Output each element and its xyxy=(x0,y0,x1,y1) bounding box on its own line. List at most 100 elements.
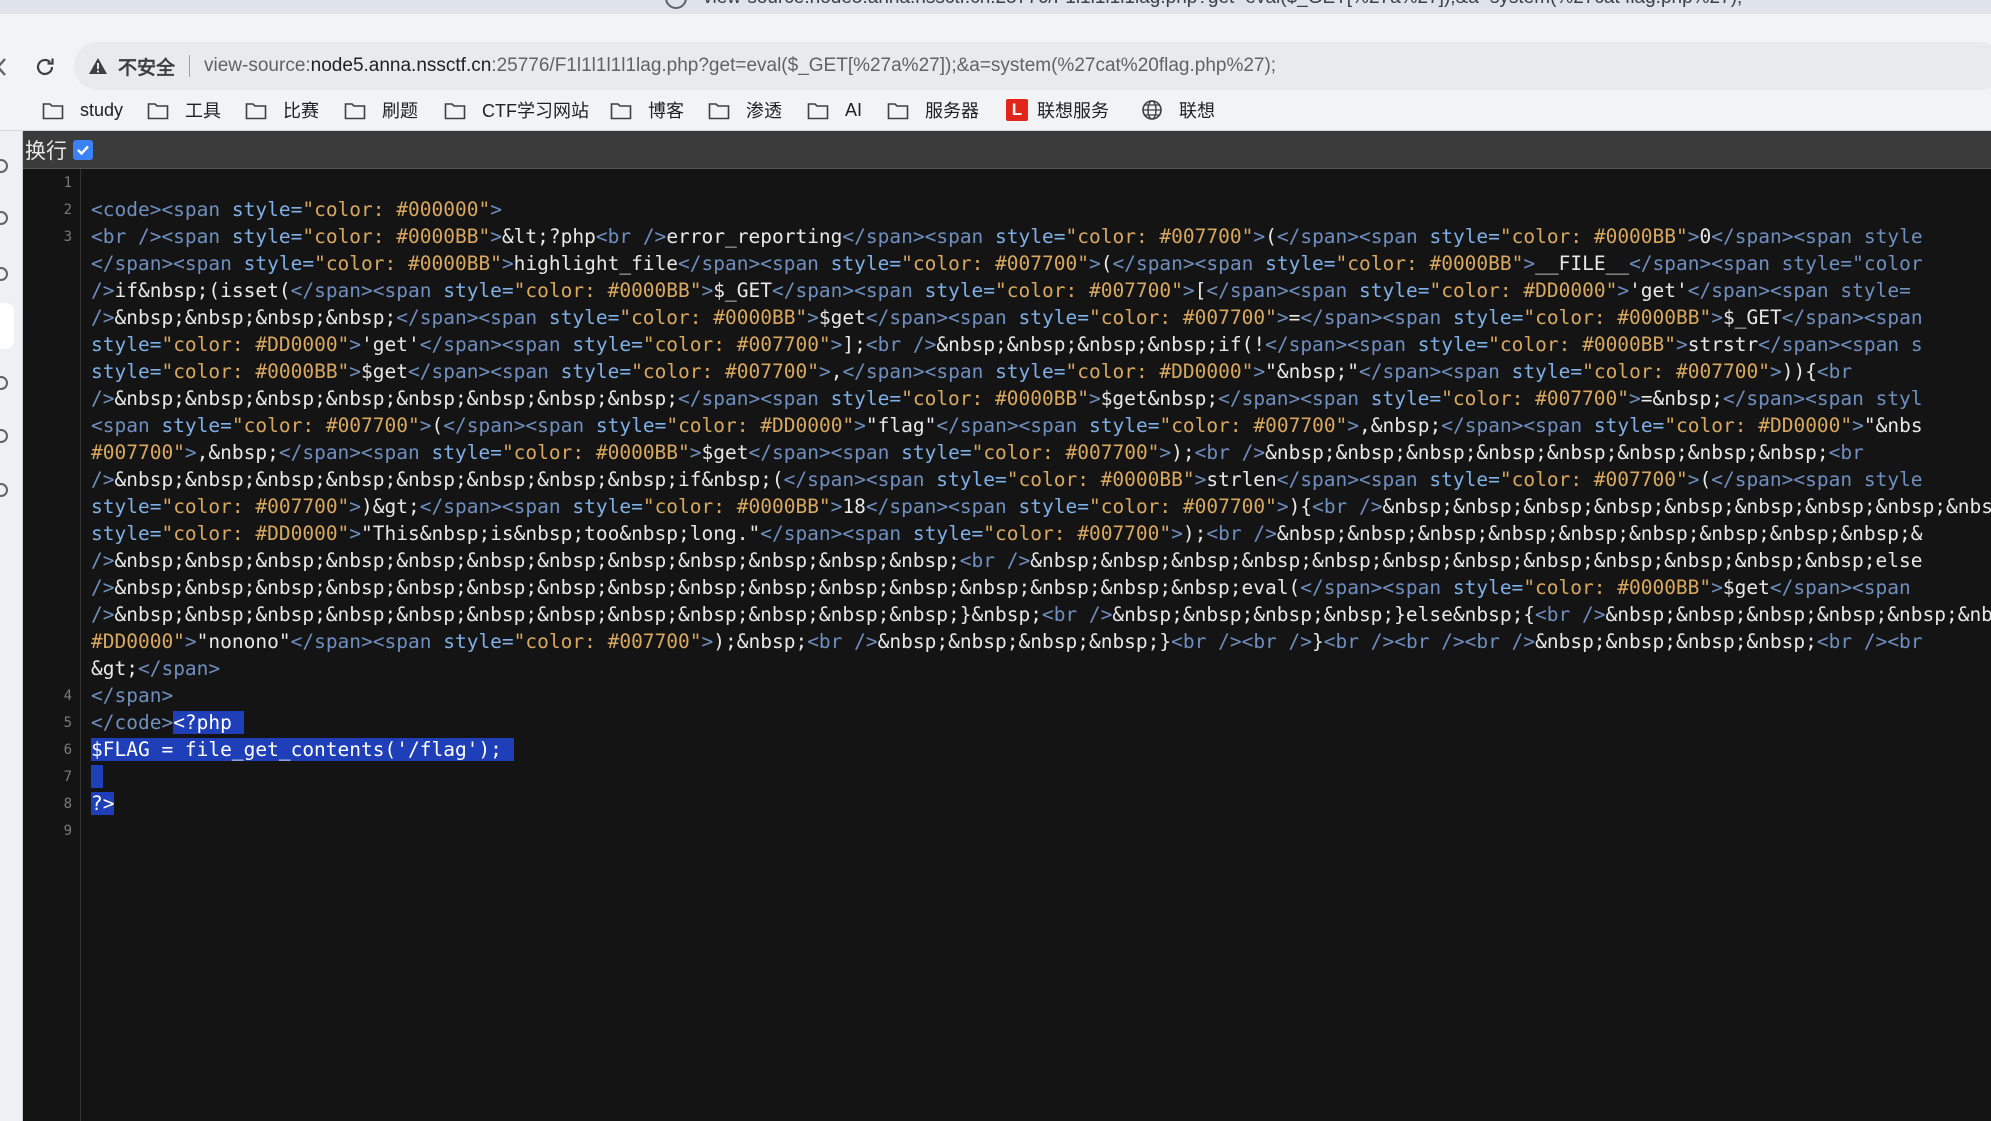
code-token: </span><span xyxy=(1441,414,1594,437)
code-token: > xyxy=(1617,279,1630,302)
code-token: > xyxy=(349,522,362,545)
code-token: > xyxy=(1253,225,1266,248)
code-token: style= xyxy=(595,414,667,437)
code-line: <br /><span style="color: #0000BB">&lt;?… xyxy=(91,223,1923,250)
side-panel-icon[interactable] xyxy=(0,267,8,281)
code-token: > xyxy=(184,630,197,653)
bookmark-item[interactable]: 联想 xyxy=(1141,90,1215,130)
code-token: style= xyxy=(1265,252,1336,275)
code-token: </span> xyxy=(137,657,221,680)
code-token: /> xyxy=(91,576,115,599)
code-line: style="color: #007700">)&gt;</span><span… xyxy=(91,493,1991,520)
code-token: > xyxy=(830,333,843,356)
code-token: </span><span xyxy=(936,414,1089,437)
url-text[interactable]: view-source:node5.anna.nssctf.cn:25776/F… xyxy=(204,55,1276,77)
bookmark-item[interactable]: 刷题 xyxy=(344,90,418,130)
code-token: > xyxy=(701,630,714,653)
bookmark-label: 联想服务 xyxy=(1037,101,1109,121)
code-token: "color: #007700" xyxy=(642,333,831,356)
code-token: "color: #007700" xyxy=(995,279,1183,302)
code-line: />&nbsp;&nbsp;&nbsp;&nbsp;&nbsp;&nbsp;&n… xyxy=(91,601,1991,628)
code-token: </span><span xyxy=(842,225,996,248)
line-number: 6 xyxy=(63,742,72,758)
source-code[interactable]: <code><span style="color: #000000"> <br /… xyxy=(91,169,1991,1121)
omnibox-separator xyxy=(189,55,191,77)
code-token: > xyxy=(501,252,514,275)
code-token: &nbsp;&nbsp;&nbsp;&nbsp;&nbsp;&nbsp;&nbs… xyxy=(114,468,784,491)
code-token: &nbsp;&nbsp;&nbsp;&nbsp;}else&nbsp;{ xyxy=(1112,603,1536,626)
code-token: 0 xyxy=(1699,225,1712,248)
side-panel-icon[interactable] xyxy=(0,376,8,390)
code-token: style= xyxy=(830,387,902,410)
code-token: > xyxy=(830,495,843,518)
code-token: > xyxy=(1171,522,1183,545)
code-token: style= xyxy=(901,441,972,464)
code-token: <br /> xyxy=(807,630,878,653)
code-token: > xyxy=(1711,306,1723,329)
code-line: ?> xyxy=(91,790,115,817)
code-token: __FILE__ xyxy=(1535,252,1630,275)
code-token: "color: #DD0000" xyxy=(1065,360,1254,383)
code-token: "color: #0000BB" xyxy=(1335,252,1524,275)
code-token: [ xyxy=(1194,279,1207,302)
code-token: "color: #0000BB" xyxy=(642,495,831,518)
code-token: > xyxy=(490,198,502,221)
folder-icon xyxy=(708,101,738,120)
folder-icon xyxy=(444,101,474,120)
code-line: <code><span style="color: #000000"> xyxy=(91,196,502,223)
code-token: </span><span xyxy=(1218,387,1371,410)
code-token: );&nbsp; xyxy=(713,630,808,653)
code-token: </span><span xyxy=(419,495,573,518)
reload-icon xyxy=(36,58,54,76)
line-number-gutter: 1 2 3 4 5 6 7 8 9 xyxy=(23,169,81,1121)
code-token: </span><span xyxy=(1300,306,1453,329)
code-token: <br /> xyxy=(1206,522,1277,545)
bookmark-item[interactable]: 博客 xyxy=(610,90,684,130)
code-token: "color: #000000" xyxy=(302,198,491,221)
code-token: ( xyxy=(1699,468,1712,491)
code-token: "flag" xyxy=(865,414,937,437)
code-token: "color: #0000BB" xyxy=(501,441,690,464)
side-panel-icon[interactable] xyxy=(0,429,8,443)
code-token: style= xyxy=(91,333,162,356)
code-token: { xyxy=(1300,495,1313,518)
code-token: > xyxy=(1676,333,1688,356)
code-token: $get xyxy=(818,306,866,329)
code-token: $get xyxy=(701,441,749,464)
bookmark-item[interactable]: CTF学习网站 xyxy=(444,90,589,130)
code-token: <br /><span xyxy=(91,225,232,248)
code-token: &nbsp;&nbsp;&nbsp;&nbsp;&nbsp;&nbsp;&nbs… xyxy=(1276,522,1923,545)
bookmark-item[interactable]: AI xyxy=(807,90,862,130)
code-token: "color: #DD0000" xyxy=(161,333,350,356)
security-label[interactable]: 不安全 xyxy=(118,53,175,80)
code-token: &gt; xyxy=(91,657,138,680)
code-token: =&nbsp; xyxy=(1640,387,1723,410)
bookmark-item[interactable]: 工具 xyxy=(147,90,221,130)
bookmark-item[interactable]: 服务器 xyxy=(887,90,979,130)
side-panel-icon[interactable] xyxy=(0,159,8,173)
code-token: "color: #007700" xyxy=(1088,306,1277,329)
code-token: &nbsp;&nbsp;&nbsp;&nbsp;&nbsp;&nbsp;&nbs… xyxy=(114,576,1301,599)
bookmark-item[interactable]: study xyxy=(42,90,123,130)
address-bar[interactable]: 不安全 view-source:node5.anna.nssctf.cn:257… xyxy=(74,42,1991,90)
code-token: style= xyxy=(572,333,643,356)
side-panel-selected-item[interactable] xyxy=(0,303,14,349)
bookmark-item[interactable]: 渗透 xyxy=(708,90,782,130)
tab-strip: view-source:node5.anna.nssctf.cn:25776/F… xyxy=(0,0,1991,14)
code-token: > xyxy=(1253,360,1266,383)
code-token: style= xyxy=(231,198,303,221)
code-token: </span><span s xyxy=(1758,333,1923,356)
line-wrap-checkbox[interactable] xyxy=(73,139,93,160)
bookmark-item[interactable]: 比赛 xyxy=(245,90,319,130)
reload-button[interactable] xyxy=(28,50,62,84)
line-number: 4 xyxy=(63,688,72,704)
tab-title[interactable]: view-source:node5.anna.nssctf.cn:25776/F… xyxy=(703,0,1742,9)
bookmark-item[interactable]: L 联想服务 xyxy=(1006,90,1109,130)
warning-triangle-icon[interactable] xyxy=(88,55,110,77)
side-panel-icon[interactable] xyxy=(0,483,8,497)
code-token: &nbsp;&nbsp;&nbsp;&nbsp;&nbsp;&nbsp;&nb xyxy=(1605,603,1991,626)
bookmark-label: 比赛 xyxy=(283,101,319,121)
selected-code-text: ?> xyxy=(91,792,115,815)
side-panel-icon[interactable] xyxy=(0,211,8,225)
back-arrow-icon[interactable] xyxy=(0,50,10,84)
